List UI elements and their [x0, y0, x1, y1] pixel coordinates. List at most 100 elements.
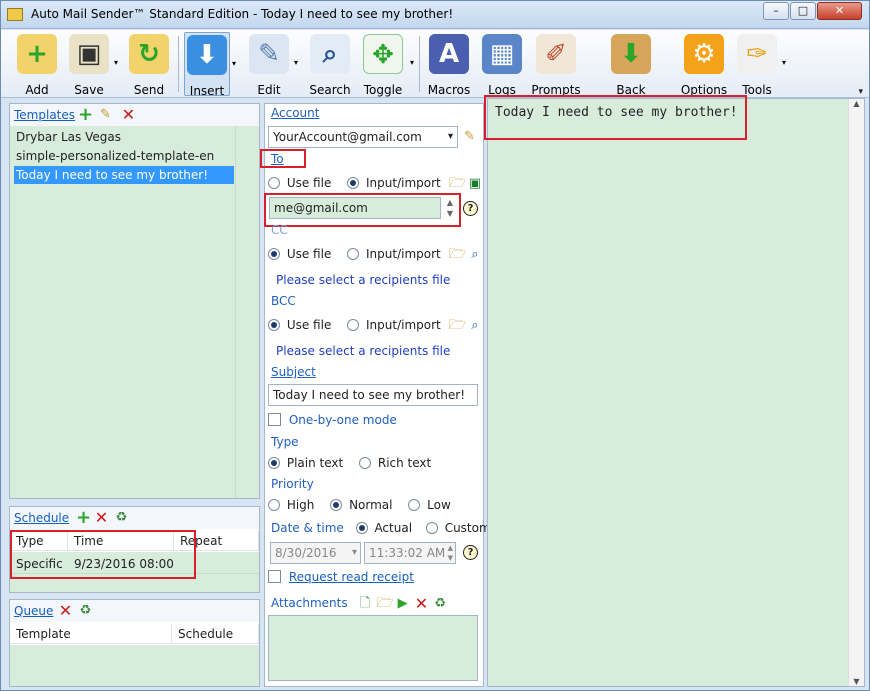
message-body-editor[interactable]: Today I need to see my brother! ▲ ▼	[487, 98, 865, 687]
tools-button[interactable]: ✑ Tools ▾	[735, 32, 786, 97]
date-picker[interactable]: 8/30/2016 ▾	[270, 542, 361, 564]
cc-use-file-radio[interactable]	[268, 248, 280, 260]
account-dropdown-icon[interactable]: ▾	[448, 127, 453, 147]
options-button[interactable]: ⚙ Options	[679, 32, 729, 97]
cc-label[interactable]: CC	[271, 223, 288, 237]
edit-button[interactable]: ✎ Edit ▾	[247, 32, 298, 97]
datetime-custom-label[interactable]: Custom	[445, 521, 491, 535]
time-spin-icon[interactable]: ▲ ▼	[448, 543, 453, 563]
bcc-input-import-radio[interactable]	[347, 319, 360, 331]
save-dropdown-icon[interactable]: ▾	[114, 58, 118, 67]
template-item[interactable]: Drybar Las Vegas	[16, 128, 121, 146]
priority-normal-radio[interactable]	[330, 499, 343, 511]
open-folder-icon[interactable]: 🗁	[449, 176, 466, 191]
clear-attachments-icon[interactable]: ♻	[433, 596, 448, 611]
queue-title[interactable]: Queue	[14, 604, 53, 618]
priority-high-label[interactable]: High	[287, 498, 315, 512]
rich-text-label[interactable]: Rich text	[378, 456, 431, 470]
date-dropdown-icon[interactable]: ▾	[352, 543, 357, 563]
to-help-icon[interactable]: ?	[463, 201, 478, 216]
bcc-open-folder-icon[interactable]: 🗁	[449, 318, 466, 333]
to-use-file-radio[interactable]	[268, 177, 280, 189]
datetime-help-icon[interactable]: ?	[463, 545, 478, 560]
account-select[interactable]: YourAccount@gmail.com ▾	[268, 126, 458, 148]
cc-hint[interactable]: Please select a recipients file	[276, 273, 450, 287]
add-template-icon[interactable]: +	[78, 106, 93, 124]
open-attachment-icon[interactable]: 🗁	[376, 596, 393, 611]
priority-high-radio[interactable]	[268, 499, 280, 511]
new-attachment-icon[interactable]: 🗋	[357, 596, 372, 611]
attachments-list[interactable]	[268, 615, 478, 681]
datetime-actual-radio[interactable]	[355, 522, 368, 534]
bcc-hint[interactable]: Please select a recipients file	[276, 344, 450, 358]
toggle-dropdown-icon[interactable]: ▾	[410, 58, 414, 67]
add-schedule-icon[interactable]: +	[76, 509, 91, 527]
delete-schedule-icon[interactable]: ✕	[94, 510, 109, 526]
templates-title[interactable]: Templates	[14, 108, 75, 122]
insert-button[interactable]: ⬇ Insert ▾	[184, 32, 236, 98]
plain-text-label[interactable]: Plain text	[287, 456, 343, 470]
account-label[interactable]: Account	[271, 106, 319, 120]
clear-queue-icon[interactable]: ♻	[78, 603, 93, 618]
delete-template-icon[interactable]: ✕	[121, 107, 136, 123]
priority-normal-label[interactable]: Normal	[349, 498, 392, 512]
read-receipt-checkbox[interactable]	[268, 570, 281, 583]
maximize-button[interactable]: □	[790, 2, 816, 20]
plain-text-radio[interactable]	[268, 457, 280, 469]
edit-dropdown-icon[interactable]: ▾	[294, 58, 298, 67]
play-attachment-icon[interactable]: ▶	[395, 596, 410, 611]
minimize-button[interactable]: –	[763, 2, 789, 20]
time-picker[interactable]: 11:33:02 AM ▲ ▼	[364, 542, 456, 564]
template-item-selected[interactable]: Today I need to see my brother!	[14, 166, 234, 184]
one-by-one-label[interactable]: One-by-one mode	[289, 413, 397, 427]
to-input-import-radio[interactable]	[347, 177, 360, 189]
toggle-button[interactable]: ✥ Toggle ▾	[359, 32, 414, 97]
save-disk-icon[interactable]: ▣	[467, 176, 482, 191]
to-input-import-label[interactable]: Input/import	[366, 176, 441, 190]
rich-text-radio[interactable]	[359, 457, 372, 469]
bcc-label[interactable]: BCC	[271, 294, 296, 308]
bcc-use-file-label[interactable]: Use file	[287, 318, 332, 332]
edit-account-icon[interactable]: ✎	[462, 129, 477, 144]
datetime-custom-radio[interactable]	[425, 522, 438, 534]
save-button[interactable]: ▣ Save ▾	[67, 32, 118, 97]
bcc-input-import-label[interactable]: Input/import	[366, 318, 441, 332]
backup-restore-button[interactable]: ⬇ Back up/restore	[587, 32, 675, 111]
toolbar-overflow-icon[interactable]: ▾	[858, 87, 863, 97]
bcc-use-file-radio[interactable]	[268, 319, 280, 331]
subject-input[interactable]: Today I need to see my brother!	[268, 384, 478, 406]
cc-use-file-label[interactable]: Use file	[287, 247, 332, 261]
delete-attachment-icon[interactable]: ✕	[414, 596, 429, 612]
tools-dropdown-icon[interactable]: ▾	[782, 58, 786, 67]
datetime-actual-label[interactable]: Actual	[374, 521, 412, 535]
clear-schedule-icon[interactable]: ♻	[114, 510, 129, 525]
insert-dropdown-icon[interactable]: ▾	[232, 59, 236, 68]
prompts-button[interactable]: ✐ Prompts	[531, 32, 581, 97]
search-button[interactable]: ⌕ Search	[307, 32, 353, 97]
add-button[interactable]: + Add	[15, 32, 59, 97]
delete-queue-icon[interactable]: ✕	[58, 603, 73, 619]
cc-open-folder-icon[interactable]: 🗁	[449, 247, 466, 262]
body-scrollbar[interactable]: ▲ ▼	[848, 99, 864, 686]
subject-label[interactable]: Subject	[271, 365, 316, 379]
one-by-one-checkbox[interactable]	[268, 413, 281, 426]
scroll-up-icon[interactable]: ▲	[849, 99, 864, 108]
edit-template-icon[interactable]: ✎	[98, 107, 113, 122]
priority-low-radio[interactable]	[408, 499, 421, 511]
read-receipt-label[interactable]: Request read receipt	[289, 570, 414, 584]
cc-input-import-radio[interactable]	[347, 248, 360, 260]
close-button[interactable]: ✕	[817, 2, 862, 20]
cc-input-import-label[interactable]: Input/import	[366, 247, 441, 261]
macros-button[interactable]: A Macros	[426, 32, 472, 97]
template-item[interactable]: simple-personalized-template-en	[16, 147, 214, 165]
scroll-down-icon[interactable]: ▼	[849, 677, 864, 686]
priority-low-label[interactable]: Low	[427, 498, 451, 512]
queue-col-schedule[interactable]: Schedule	[172, 624, 259, 644]
send-button[interactable]: ↻ Send	[127, 32, 171, 97]
cc-search-icon[interactable]: ⌕	[467, 247, 482, 262]
to-use-file-label[interactable]: Use file	[287, 176, 332, 190]
logs-button[interactable]: ▦ Logs	[481, 32, 523, 97]
bcc-search-icon[interactable]: ⌕	[467, 318, 482, 333]
schedule-title[interactable]: Schedule	[14, 511, 69, 525]
queue-col-template[interactable]: Template	[10, 624, 172, 644]
